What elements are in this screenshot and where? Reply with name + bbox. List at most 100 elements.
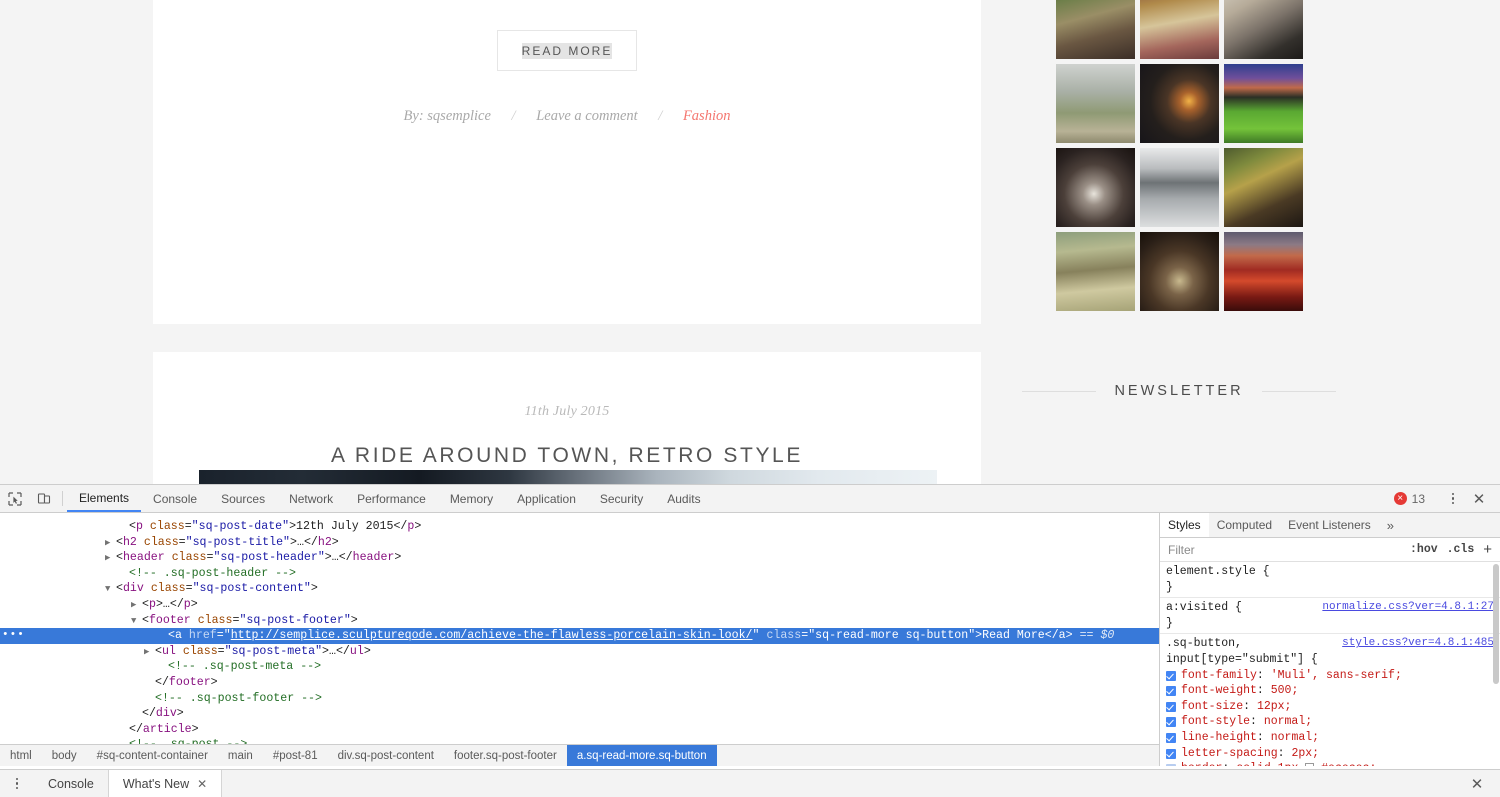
dom-node[interactable]: </div> (0, 706, 1159, 722)
node-overflow-icon[interactable]: ••• (2, 628, 25, 644)
disclosure-triangle-icon[interactable]: ▶ (144, 645, 152, 661)
styles-tab-event-listeners[interactable]: Event Listeners (1280, 513, 1379, 537)
style-rule[interactable]: normalize.css?ver=4.8.1:27 a:visited {} (1160, 598, 1500, 635)
css-declaration-partial[interactable]: border: solid 1px #ececec; (1166, 761, 1494, 766)
breadcrumb-item[interactable]: body (42, 745, 87, 766)
css-property-name[interactable]: font-style (1181, 715, 1250, 728)
breadcrumb-item[interactable]: #sq-content-container (87, 745, 218, 766)
lone-tree-photo[interactable] (1055, 64, 1135, 143)
breadcrumb-item[interactable]: html (0, 745, 42, 766)
stylesheet-source-link[interactable]: normalize.css?ver=4.8.1:27 (1322, 600, 1494, 616)
devtools-menu-icon[interactable] (1442, 492, 1464, 505)
post-comments-link[interactable]: Leave a comment (536, 108, 637, 125)
dom-node[interactable]: <p class="sq-post-date">12th July 2015</… (0, 519, 1159, 535)
styles-filter-input[interactable]: Filter (1168, 543, 1195, 557)
devtools-tab-sources[interactable]: Sources (209, 485, 277, 512)
dom-node[interactable]: ▶ <header class="sq-post-header">…</heade… (0, 550, 1159, 566)
css-property-name[interactable]: line-height (1181, 731, 1257, 744)
declaration-checkbox[interactable] (1166, 717, 1176, 728)
devtools-tab-performance[interactable]: Performance (345, 485, 438, 512)
dom-node[interactable]: ▼ <footer class="sq-post-footer"> (0, 613, 1159, 629)
css-declaration[interactable]: line-height: normal; (1166, 730, 1494, 746)
devtools-tab-application[interactable]: Application (505, 485, 588, 512)
dom-node-selected[interactable]: ••• <a href="http://semplice.sculptureqod… (0, 628, 1159, 644)
dom-tree[interactable]: <p class="sq-post-date">12th July 2015</… (0, 513, 1159, 753)
red-sunset-sea-photo[interactable] (1223, 232, 1303, 311)
drawer-close-icon[interactable]: ✕ (1464, 775, 1490, 793)
css-property-value[interactable]: 12px; (1257, 700, 1292, 713)
error-count-badge[interactable]: × 13 (1386, 492, 1433, 506)
devtools-tab-elements[interactable]: Elements (67, 485, 142, 512)
css-property-value[interactable]: 2px; (1291, 747, 1319, 760)
green-field-sunset-photo[interactable] (1223, 64, 1303, 143)
read-more-button[interactable]: READ MORE (496, 30, 638, 72)
color-swatch[interactable] (1305, 763, 1315, 766)
css-property-name[interactable]: font-family (1181, 669, 1257, 682)
css-property-name[interactable]: font-size (1181, 700, 1243, 713)
css-property-value[interactable]: 500; (1271, 684, 1299, 697)
forest-path-photo[interactable] (1055, 0, 1135, 59)
disclosure-triangle-icon[interactable]: ▶ (131, 598, 139, 614)
declaration-checkbox[interactable] (1166, 701, 1176, 712)
inspect-element-icon[interactable] (0, 485, 29, 512)
dom-node[interactable]: </footer> (0, 675, 1159, 691)
breadcrumb-item[interactable]: main (218, 745, 263, 766)
declaration-checkbox[interactable] (1166, 748, 1176, 759)
dom-node[interactable]: <!-- .sq-post-meta --> (0, 659, 1159, 675)
css-property-name[interactable]: font-weight (1181, 684, 1257, 697)
drawer-tab-what-s-new[interactable]: What's New ✕ (107, 770, 223, 797)
declaration-checkbox[interactable] (1166, 764, 1176, 766)
breadcrumb-item[interactable]: #post-81 (263, 745, 328, 766)
css-declaration[interactable]: font-weight: 500; (1166, 683, 1494, 699)
device-toolbar-icon[interactable] (29, 485, 58, 512)
post-author[interactable]: By: sqsemplice (404, 108, 491, 125)
css-declaration[interactable]: letter-spacing: 2px; (1166, 746, 1494, 762)
disclosure-triangle-icon[interactable]: ▶ (105, 536, 113, 552)
styles-tab-computed[interactable]: Computed (1209, 513, 1280, 537)
css-property-name[interactable]: letter-spacing (1181, 747, 1278, 760)
declaration-checkbox[interactable] (1166, 686, 1176, 697)
hov-toggle[interactable]: :hov (1410, 543, 1438, 556)
rule-selector-2[interactable]: input[type="submit"] { (1166, 652, 1494, 668)
rocky-shore-bw-photo[interactable] (1139, 148, 1219, 227)
declaration-checkbox[interactable] (1166, 732, 1176, 743)
styles-scrollbar[interactable] (1492, 562, 1500, 766)
drawer-tab-console[interactable]: Console (34, 770, 108, 797)
style-rule[interactable]: style.css?ver=4.8.1:485 .sq-button, input[… (1160, 634, 1500, 766)
devtools-tab-console[interactable]: Console (141, 485, 209, 512)
stone-bridge-photo[interactable] (1055, 148, 1135, 227)
church-entrance-photo[interactable] (1139, 232, 1219, 311)
dom-node[interactable]: <!-- .sq-post-header --> (0, 566, 1159, 582)
dom-node[interactable]: ▶ <h2 class="sq-post-title">…</h2> (0, 535, 1159, 551)
styles-scrollbar-thumb[interactable] (1493, 564, 1499, 684)
post-title[interactable]: A RIDE AROUND TOWN, RETRO STYLE (196, 444, 938, 468)
stylesheet-source-link[interactable]: style.css?ver=4.8.1:485 (1342, 636, 1494, 652)
style-rule[interactable]: element.style {} (1160, 562, 1500, 599)
css-property-value[interactable]: 'Muli', sans-serif; (1271, 669, 1402, 682)
disclosure-triangle-icon[interactable]: ▼ (105, 582, 113, 598)
dom-tree-pane[interactable]: <p class="sq-post-date">12th July 2015</… (0, 513, 1160, 766)
css-declaration[interactable]: font-style: normal; (1166, 714, 1494, 730)
sunset-silhouette-photo[interactable] (1139, 64, 1219, 143)
post-featured-image[interactable] (199, 470, 937, 484)
new-style-rule-button[interactable]: + (1483, 541, 1492, 558)
dom-node[interactable]: ▶ <ul class="sq-post-meta">…</ul> (0, 644, 1159, 660)
styles-more-tabs-icon[interactable]: » (1379, 513, 1402, 537)
rule-selector[interactable]: element.style { (1166, 564, 1494, 580)
autumn-tree-photo[interactable] (1139, 0, 1219, 59)
breadcrumb-item[interactable]: a.sq-read-more.sq-button (566, 745, 717, 766)
declaration-checkbox[interactable] (1166, 670, 1176, 681)
dom-node[interactable]: ▼ <div class="sq-post-content"> (0, 581, 1159, 597)
cls-toggle[interactable]: .cls (1447, 543, 1475, 556)
vintage-train-photo[interactable] (1055, 232, 1135, 311)
devtools-tab-memory[interactable]: Memory (438, 485, 505, 512)
dom-node[interactable]: <!-- .sq-post-footer --> (0, 691, 1159, 707)
styles-tab-styles[interactable]: Styles (1160, 513, 1209, 537)
post-category-link[interactable]: Fashion (683, 108, 731, 125)
breadcrumb-item[interactable]: div.sq-post-content (328, 745, 444, 766)
disclosure-triangle-icon[interactable]: ▼ (131, 614, 139, 630)
dom-node[interactable]: ▶ <p>…</p> (0, 597, 1159, 613)
devtools-tab-network[interactable]: Network (277, 485, 345, 512)
drawer-menu-icon[interactable] (0, 770, 34, 797)
squirrel-photo[interactable] (1223, 0, 1303, 59)
